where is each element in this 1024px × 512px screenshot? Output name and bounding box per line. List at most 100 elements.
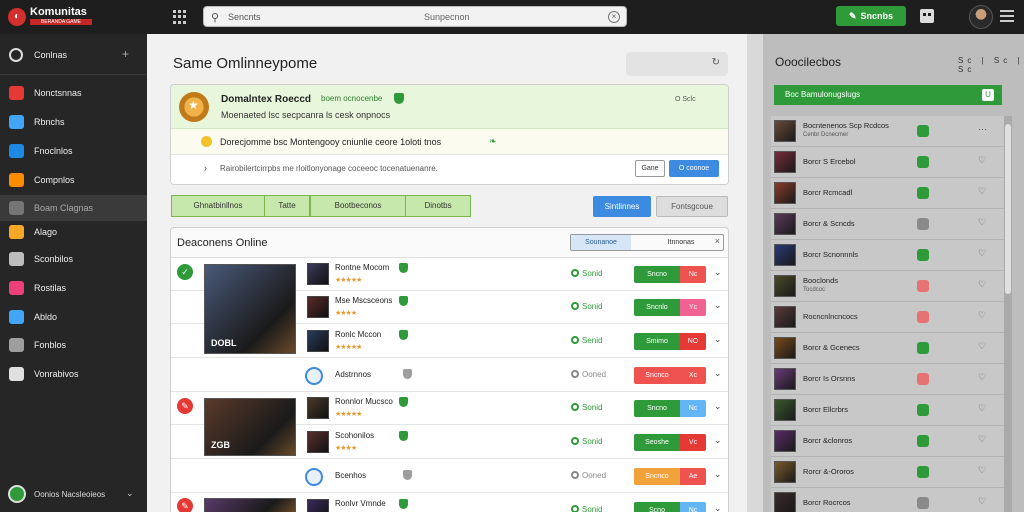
avatar[interactable] bbox=[774, 399, 796, 421]
filter-tab[interactable]: Dinotbs bbox=[405, 195, 471, 217]
heart-icon[interactable]: ♡ bbox=[978, 434, 986, 445]
avatar[interactable] bbox=[774, 368, 796, 390]
building-icon[interactable] bbox=[920, 9, 934, 23]
avatar[interactable] bbox=[774, 275, 796, 297]
edit-icon[interactable]: ✎ bbox=[177, 398, 193, 414]
action-pill[interactable]: Sncno Nc bbox=[634, 266, 706, 283]
panel-controls[interactable]: Sc | Sc | Sc bbox=[958, 56, 1024, 74]
heart-icon[interactable]: ♡ bbox=[978, 465, 986, 476]
sidebar-item[interactable]: Abldo bbox=[0, 304, 147, 330]
search-bar[interactable]: ⚲ Sencnts Sunpecnon × bbox=[203, 6, 627, 27]
list-item[interactable]: Borcr &clonros ♡ bbox=[771, 426, 1004, 457]
avatar[interactable] bbox=[774, 244, 796, 266]
featured-thumbnail[interactable] bbox=[204, 498, 296, 512]
game-thumbnail[interactable] bbox=[307, 397, 329, 419]
sidebar-item[interactable]: Alago bbox=[0, 219, 147, 245]
action-pill[interactable]: Seoshe Vc bbox=[634, 434, 706, 451]
avatar[interactable] bbox=[774, 306, 796, 328]
game-thumbnail[interactable] bbox=[307, 431, 329, 453]
filter-tab[interactable]: Bootbeconos bbox=[310, 195, 406, 217]
segment-b[interactable]: Itnnonas bbox=[651, 235, 711, 250]
sidebar-item[interactable]: Rostilas bbox=[0, 275, 147, 301]
list-item[interactable]: Borcr Rcmcadl ♡ bbox=[771, 178, 1004, 209]
list-item[interactable]: Bocntenenos Scp Rcdcos Cenbr Dcnecmer ⋯ bbox=[771, 116, 1004, 147]
list-item[interactable]: Rocncnlncncocs ♡ bbox=[771, 302, 1004, 333]
sidebar-item[interactable]: Boam Clagnas bbox=[0, 195, 147, 221]
avatar[interactable] bbox=[774, 337, 796, 359]
heart-icon[interactable]: ♡ bbox=[978, 403, 986, 414]
avatar[interactable] bbox=[774, 151, 796, 173]
sidebar-item[interactable]: Compnlos bbox=[0, 167, 147, 193]
featured-thumbnail[interactable]: ZGB bbox=[204, 398, 296, 456]
avatar[interactable] bbox=[774, 430, 796, 452]
avatar[interactable] bbox=[774, 182, 796, 204]
heart-icon[interactable]: ♡ bbox=[978, 496, 986, 507]
heart-icon[interactable]: ♡ bbox=[978, 372, 986, 383]
sidebar-item[interactable]: Fnoclnlos bbox=[0, 138, 147, 164]
chevron-down-icon[interactable]: ⌄ bbox=[714, 300, 722, 311]
primary-action-button[interactable]: Sintlinnes bbox=[593, 196, 651, 217]
user-avatar[interactable] bbox=[969, 5, 993, 29]
heart-icon[interactable]: ♡ bbox=[978, 310, 986, 321]
list-item[interactable]: Borcr & Gcenecs ♡ bbox=[771, 333, 1004, 364]
chevron-right-icon[interactable]: › bbox=[204, 163, 207, 173]
list-item[interactable]: Borcr S Ercebol ♡ bbox=[771, 147, 1004, 178]
action-pill[interactable]: Sncnco Xc bbox=[634, 367, 706, 384]
sidebar-item[interactable]: Rbnchs bbox=[0, 109, 147, 135]
edit-icon[interactable]: ✎ bbox=[177, 498, 193, 512]
sidebar-item[interactable]: Fonblos bbox=[0, 332, 147, 358]
create-button[interactable]: ✎ Sncnbs bbox=[836, 6, 906, 26]
game-circle-icon[interactable] bbox=[305, 367, 323, 385]
sidebar-header[interactable]: Conlnas + bbox=[0, 44, 140, 68]
filter-tab[interactable]: Ghnatbinllnos bbox=[171, 195, 265, 217]
hamburger-menu-icon[interactable] bbox=[1000, 10, 1014, 22]
brand-logo[interactable]: ◐ Komunitas BERANDA GAME bbox=[6, 5, 96, 29]
chevron-down-icon[interactable]: ⌄ bbox=[714, 503, 722, 512]
sidebar-footer[interactable]: Oonios Nacsleoieos ⌄ bbox=[0, 478, 147, 512]
chevron-down-icon[interactable]: ⌄ bbox=[714, 334, 722, 345]
avatar[interactable] bbox=[774, 461, 796, 483]
add-icon[interactable]: + bbox=[122, 47, 129, 61]
action-pill[interactable]: Sncno Nc bbox=[634, 400, 706, 417]
segmented-control[interactable]: Sounanoe Itnnonas × bbox=[570, 234, 724, 251]
apps-grid-icon[interactable] bbox=[173, 10, 187, 24]
list-item[interactable]: Borcr Rocrcos ♡ bbox=[771, 488, 1004, 512]
heart-icon[interactable]: ♡ bbox=[978, 248, 986, 259]
game-thumbnail[interactable] bbox=[307, 499, 329, 512]
list-item[interactable]: Borcr Ellcrbrs ♡ bbox=[771, 395, 1004, 426]
check-icon[interactable]: ✓ bbox=[177, 264, 193, 280]
banner-toggle-icon[interactable]: U bbox=[982, 89, 994, 101]
search-scope[interactable]: Sencnts bbox=[228, 12, 261, 22]
promo-primary-button[interactable]: O coonoe bbox=[669, 160, 719, 177]
action-pill[interactable]: Smimo NO bbox=[634, 333, 706, 350]
game-circle-icon[interactable] bbox=[305, 468, 323, 486]
avatar[interactable] bbox=[774, 213, 796, 235]
action-pill[interactable]: Scno Nc bbox=[634, 502, 706, 512]
heart-icon[interactable]: ♡ bbox=[978, 217, 986, 228]
game-thumbnail[interactable] bbox=[307, 263, 329, 285]
avatar[interactable] bbox=[774, 120, 796, 142]
scrollbar-thumb[interactable] bbox=[1005, 124, 1011, 294]
sidebar-item[interactable]: Nonctsnnas bbox=[0, 80, 147, 106]
game-thumbnail[interactable] bbox=[307, 330, 329, 352]
list-item[interactable]: Booclonds Tocdcoc ♡ bbox=[771, 271, 1004, 302]
segment-a[interactable]: Sounanoe bbox=[571, 235, 631, 250]
refresh-pill[interactable]: ↻ bbox=[626, 52, 728, 76]
chevron-down-icon[interactable]: ⌄ bbox=[714, 368, 722, 379]
action-pill[interactable]: Sncnco Ae bbox=[634, 468, 706, 485]
clear-icon[interactable]: × bbox=[608, 11, 620, 23]
secondary-action-button[interactable]: Fontsgcoue bbox=[656, 196, 728, 217]
chevron-down-icon[interactable]: ⌄ bbox=[714, 469, 722, 480]
game-thumbnail[interactable] bbox=[307, 296, 329, 318]
action-pill[interactable]: Sncnlo Yc bbox=[634, 299, 706, 316]
heart-icon[interactable]: ♡ bbox=[978, 155, 986, 166]
panel-banner[interactable]: Boc Bamulonugslugs U bbox=[774, 85, 1002, 105]
heart-icon[interactable]: ♡ bbox=[978, 186, 986, 197]
chevron-down-icon[interactable]: ⌄ bbox=[714, 435, 722, 446]
list-item[interactable]: Borcr Is Orsnns ♡ bbox=[771, 364, 1004, 395]
table-row[interactable]: ⋮BcenhosOonedSncncoAe⌄ bbox=[171, 460, 728, 493]
heart-icon[interactable]: ♡ bbox=[978, 279, 986, 290]
sidebar-item[interactable]: Sconbilos bbox=[0, 246, 147, 272]
chevron-down-icon[interactable]: ⌄ bbox=[714, 401, 722, 412]
list-item[interactable]: Borcr & Scncds ♡ bbox=[771, 209, 1004, 240]
